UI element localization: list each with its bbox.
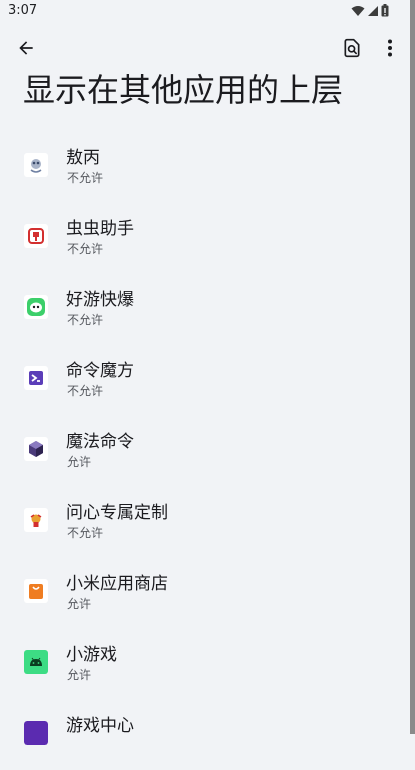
back-button[interactable] [12,34,40,62]
app-permission-status: 不允许 [67,526,104,540]
app-icon-chongchong [24,224,48,248]
app-permission-status: 允许 [67,455,92,469]
app-permission-status: 允许 [67,668,92,682]
list-item-wenxin[interactable]: 问心专属定制 不允许 [0,486,410,557]
list-item-xiaoyouxi[interactable]: 小游戏 允许 [0,628,410,699]
wifi-icon [351,5,365,16]
list-item-mingling-mofang[interactable]: 命令魔方 不允许 [0,344,410,415]
app-icon-haoyou [24,295,48,319]
aobing-app-icon [24,153,48,177]
status-icons [351,4,389,17]
arrow-back-icon [19,41,33,55]
status-bar: 3:07 [0,0,415,22]
app-icon-wenxin [24,508,48,532]
app-permission-status: 不允许 [67,242,104,256]
chongchong-app-icon [24,224,48,248]
mofa-mingling-app-icon [24,437,48,461]
more-options-button[interactable] [378,34,402,62]
app-name: 问心专属定制 [66,503,168,523]
app-name: 小米应用商店 [66,574,168,594]
signal-icon [368,5,378,16]
list-item-mofa-mingling[interactable]: 魔法命令 允许 [0,415,410,486]
app-icon-xiaomi-store [24,579,48,603]
game-center-app-icon [24,721,48,745]
app-permission-status: 不允许 [67,384,104,398]
mingling-mofang-app-icon [24,366,48,390]
app-icon-mingling-mofang [24,366,48,390]
app-name: 命令魔方 [66,361,134,381]
app-permission-status: 不允许 [67,313,104,327]
list-item-aobing[interactable]: 敖丙 不允许 [0,131,410,202]
status-time: 3:07 [8,3,38,18]
xiaomi-store-app-icon [24,579,48,603]
scrollbar[interactable] [410,0,415,734]
search-settings-icon [344,38,360,58]
app-icon-mofa-mingling [24,437,48,461]
toolbar [0,28,415,68]
app-permission-status: 不允许 [67,171,104,185]
app-name: 好游快爆 [66,290,134,310]
app-icon-aobing [24,153,48,177]
app-name: 虫虫助手 [66,219,134,239]
haoyou-app-icon [24,295,48,319]
android-icon [24,650,48,674]
app-name: 小游戏 [66,645,117,665]
battery-icon [381,4,389,17]
app-name: 敖丙 [66,148,100,168]
page-title: 显示在其他应用的上层 [23,71,344,109]
list-item-xiaomi-store[interactable]: 小米应用商店 允许 [0,557,410,628]
search-settings-button[interactable] [338,34,366,62]
app-permission-status: 允许 [67,597,92,611]
app-name: 魔法命令 [66,432,134,452]
list-item-youxi-zhongxin[interactable]: 游戏中心 [0,699,410,770]
more-vert-icon [388,39,392,57]
list-item-haoyou[interactable]: 好游快爆 不允许 [0,273,410,344]
wenxin-app-icon [24,508,48,532]
app-icon-youxi-zhongxin [24,721,48,745]
list-item-chongchong[interactable]: 虫虫助手 不允许 [0,202,410,273]
app-icon-xiaoyouxi [24,650,48,674]
